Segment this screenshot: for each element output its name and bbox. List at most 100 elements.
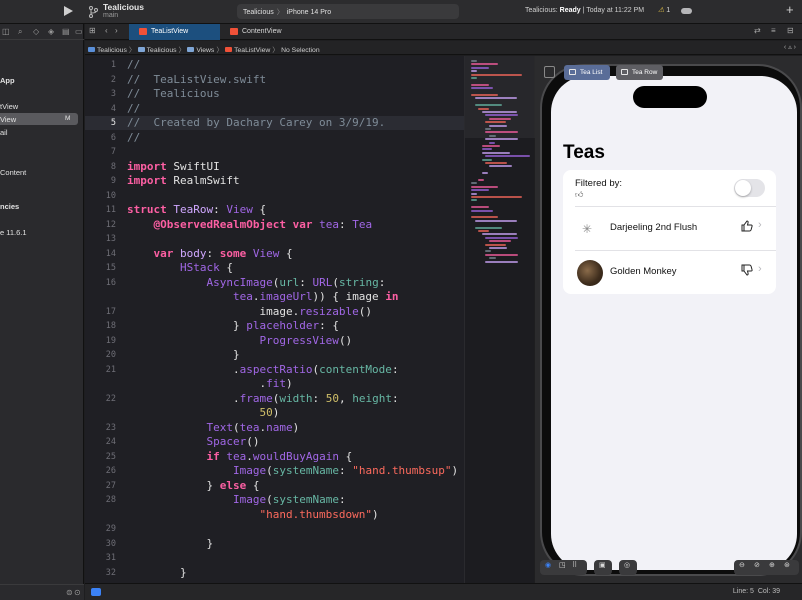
- search-icon[interactable]: ⌕: [18, 27, 22, 37]
- tab-tea-list-view[interactable]: TeaListView: [129, 24, 220, 40]
- breadcrumb-item[interactable]: TeaListView: [234, 47, 270, 54]
- zoom-in-icon[interactable]: ⊕: [769, 561, 775, 569]
- code-line[interactable]: 3 // Tealicious: [85, 87, 464, 101]
- code-line[interactable]: 14 var body: some View {: [85, 247, 464, 261]
- list-item[interactable]: ✳ Darjeeling 2nd Flush ›: [563, 207, 776, 250]
- branch-icon: [89, 6, 98, 18]
- code-line[interactable]: 6 //: [85, 131, 464, 145]
- code-text: image.resizable(): [127, 304, 373, 318]
- code-line[interactable]: 50): [85, 406, 464, 420]
- jump-nav-icon[interactable]: ‹ ▵ ›: [784, 43, 796, 51]
- code-line[interactable]: 27 } else {: [85, 479, 464, 493]
- test-icon[interactable]: ◈: [48, 27, 54, 36]
- debug-icon[interactable]: ▤: [62, 27, 70, 36]
- variants-icon[interactable]: ⠿: [572, 561, 577, 569]
- code-line[interactable]: "hand.thumbsdown"): [85, 508, 464, 522]
- code-line[interactable]: 24 Spacer(): [85, 435, 464, 449]
- symbol-icon[interactable]: ◫: [2, 27, 10, 36]
- code-line[interactable]: 28 Image(systemName:: [85, 493, 464, 507]
- forward-icon[interactable]: ›: [115, 26, 118, 35]
- zoom-actual-icon[interactable]: ⊘: [754, 561, 760, 569]
- code-text: import RealmSwift: [127, 174, 240, 187]
- split-editor-icon[interactable]: ⊟: [787, 26, 794, 35]
- breakpoint-icon[interactable]: ▭: [75, 27, 83, 36]
- code-line[interactable]: 15 HStack {: [85, 261, 464, 275]
- code-line[interactable]: 20 }: [85, 348, 464, 362]
- code-line[interactable]: 26 Image(systemName: "hand.thumbsup"): [85, 464, 464, 478]
- run-icon[interactable]: [62, 5, 74, 17]
- nav-item-app[interactable]: App: [0, 76, 15, 85]
- refresh-icon[interactable]: ⇄: [754, 26, 761, 35]
- code-line[interactable]: 18 } placeholder: {: [85, 319, 464, 333]
- cloud-icon[interactable]: [681, 8, 692, 14]
- minimap[interactable]: [464, 56, 535, 583]
- line-number: 12: [105, 219, 116, 230]
- code-line[interactable]: 10: [85, 189, 464, 203]
- code-text: }: [127, 536, 214, 550]
- code-line[interactable]: 1 //: [85, 58, 464, 72]
- list-item[interactable]: Golden Monkey ›: [563, 251, 776, 294]
- filter-icon[interactable]: ⊜: [66, 588, 73, 597]
- breadcrumb-item[interactable]: Views: [196, 47, 214, 54]
- filter-toggle[interactable]: [734, 179, 765, 197]
- code-line[interactable]: tea.imageUrl)) { image in: [85, 290, 464, 304]
- code-line[interactable]: 17 image.resizable(): [85, 305, 464, 319]
- preview-chip-tea-row[interactable]: Tea Row: [616, 65, 663, 80]
- code-line[interactable]: 29: [85, 522, 464, 536]
- code-line[interactable]: 25 if tea.wouldBuyAgain {: [85, 450, 464, 464]
- source-editor[interactable]: 1 // 2 // TeaListView.swift 3 // Tealicious 4 /…: [85, 56, 464, 583]
- code-line[interactable]: 16 AsyncImage(url: URL(string:: [85, 276, 464, 290]
- code-line[interactable]: 31: [85, 551, 464, 565]
- code-line[interactable]: 22 .frame(width: 50, height:: [85, 392, 464, 406]
- breadcrumb-item[interactable]: No Selection: [281, 47, 320, 54]
- branch-name[interactable]: main: [103, 12, 118, 19]
- code-line[interactable]: 8 import SwiftUI: [85, 160, 464, 174]
- nav-item-tea-list-view[interactable]: View: [0, 115, 16, 124]
- zoom-out-icon[interactable]: ⊖: [739, 561, 745, 569]
- add-icon[interactable]: +: [786, 2, 794, 17]
- scheme-selector[interactable]: Tealicious 〉 iPhone 14 Pro: [237, 4, 459, 19]
- code-line[interactable]: 4 //: [85, 102, 464, 116]
- line-number: 29: [105, 524, 116, 534]
- code-line[interactable]: 2 // TeaListView.swift: [85, 73, 464, 87]
- code-line[interactable]: 5 // Created by Dachary Carey on 3/9/19.: [85, 116, 464, 130]
- project-name[interactable]: Tealicious: [103, 2, 144, 12]
- nav-item-detail[interactable]: ail: [0, 128, 8, 137]
- recent-icon[interactable]: ⊙: [74, 588, 81, 597]
- nav-item-realm-package[interactable]: e 11.6.1: [0, 228, 27, 237]
- code-line[interactable]: 19 ProgressView(): [85, 334, 464, 348]
- debug-area-toggle-icon[interactable]: [91, 588, 101, 596]
- selectable-mode-icon[interactable]: ◳: [559, 561, 566, 569]
- device-icon[interactable]: ◎: [624, 561, 630, 569]
- breadcrumb-item[interactable]: Tealicious: [97, 47, 127, 54]
- tab-content-view[interactable]: ContentView: [220, 24, 310, 40]
- code-line[interactable]: .fit): [85, 377, 464, 391]
- code-line[interactable]: 11 struct TeaRow: View {: [85, 203, 464, 217]
- nav-item-content[interactable]: Content: [0, 168, 26, 177]
- code-line[interactable]: 12 @ObservedRealmObject var tea: Tea: [85, 218, 464, 232]
- device-settings-icon[interactable]: ▣: [599, 561, 606, 569]
- grid-icon[interactable]: ⊞: [89, 26, 96, 35]
- minimap-line: [478, 107, 489, 110]
- preview-chip-tea-list[interactable]: Tea List: [564, 65, 610, 80]
- code-line[interactable]: 7: [85, 145, 464, 159]
- live-mode-icon[interactable]: ◉: [545, 561, 551, 569]
- code-line[interactable]: 32 }: [85, 566, 464, 580]
- device-screen[interactable]: Teas Filtered by: 👍︎ ✳ Darjeeling 2nd Fl…: [551, 76, 797, 570]
- code-line[interactable]: 21 .aspectRatio(contentMode:: [85, 363, 464, 377]
- scheme-target: Tealicious: [243, 9, 274, 16]
- pin-icon[interactable]: [544, 66, 555, 78]
- breadcrumb-item[interactable]: Tealicious: [147, 47, 177, 54]
- code-line[interactable]: 13: [85, 232, 464, 246]
- swift-file-icon: [230, 28, 238, 35]
- zoom-fit-icon[interactable]: ⊛: [784, 561, 790, 569]
- warning-indicator[interactable]: ⚠ 1: [658, 6, 670, 14]
- nav-item-dependencies[interactable]: ncies: [0, 202, 19, 211]
- nav-item-list-view[interactable]: tView: [0, 102, 18, 111]
- code-line[interactable]: 30 }: [85, 537, 464, 551]
- code-line[interactable]: 23 Text(tea.name): [85, 421, 464, 435]
- options-icon[interactable]: ≡: [771, 26, 776, 35]
- code-line[interactable]: 9 import RealmSwift: [85, 174, 464, 188]
- issue-icon[interactable]: ◇: [33, 27, 39, 36]
- back-icon[interactable]: ‹: [105, 26, 108, 35]
